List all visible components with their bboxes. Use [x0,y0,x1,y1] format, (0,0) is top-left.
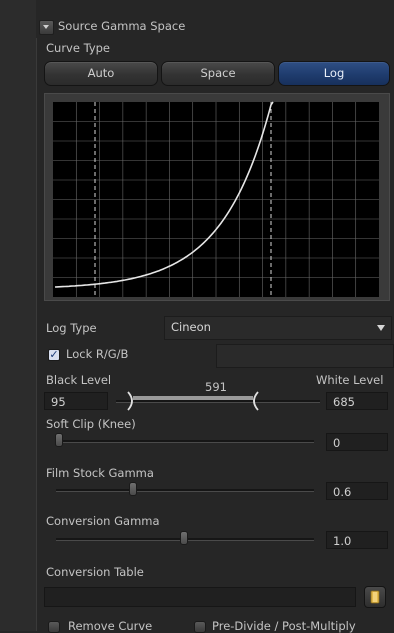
conversion-table-label: Conversion Table [46,565,144,579]
soft-clip-input[interactable]: 0 [326,433,388,451]
pre-divide-checkbox[interactable] [194,621,206,633]
panel-left-edge [0,0,36,631]
curve-type-auto-button[interactable]: Auto [44,61,158,86]
soft-clip-slider-track[interactable] [56,440,314,443]
log-type-dropdown[interactable]: Cineon [164,316,392,340]
mid-level-value: 591 [205,380,227,394]
curve-type-log-button[interactable]: Log [278,61,390,86]
curve-type-label: Curve Type [46,41,110,55]
white-level-handle[interactable] [248,390,262,412]
conversion-table-input[interactable] [44,587,356,607]
black-level-input[interactable]: 95 [44,392,108,410]
section-header[interactable]: Source Gamma Space [36,16,394,38]
conversion-gamma-input[interactable]: 1.0 [326,531,388,549]
levels-range-track[interactable] [116,400,320,403]
curve-type-space-button[interactable]: Space [161,61,275,86]
panel-divider [36,38,37,631]
white-level-label: White Level [316,373,384,387]
conversion-gamma-slider-thumb[interactable] [180,531,188,545]
log-type-value: Cineon [171,320,211,334]
gamma-curve-display [44,93,390,301]
film-stock-gamma-slider-thumb[interactable] [129,482,137,496]
dropdown-arrow-icon [377,325,385,331]
film-stock-gamma-input[interactable]: 0.6 [326,482,388,500]
levels-range-fill [133,396,253,400]
remove-curve-checkbox[interactable] [48,621,60,633]
film-stock-gamma-slider-track[interactable] [56,489,314,492]
black-level-handle[interactable] [124,390,138,412]
folder-icon [370,590,380,604]
browse-button[interactable] [364,586,386,608]
lock-rgb-label: Lock R/G/B [66,347,129,361]
gamma-curve-svg [53,101,379,297]
white-level-bracket [253,391,259,411]
black-level-label: Black Level [46,373,112,387]
soft-clip-label: Soft Clip (Knee) [46,417,136,431]
collapse-triangle-icon[interactable] [39,20,54,35]
soft-clip-slider-thumb[interactable] [55,433,63,447]
section-title: Source Gamma Space [58,19,186,33]
film-stock-gamma-label: Film Stock Gamma [46,466,154,480]
log-type-label: Log Type [46,321,97,335]
black-level-bracket [127,391,133,411]
lock-rgb-checkbox[interactable]: ✓ [48,349,60,361]
lock-rgb-spacer-field [216,344,394,368]
conversion-gamma-label: Conversion Gamma [46,514,160,528]
white-level-input[interactable]: 685 [326,392,388,410]
